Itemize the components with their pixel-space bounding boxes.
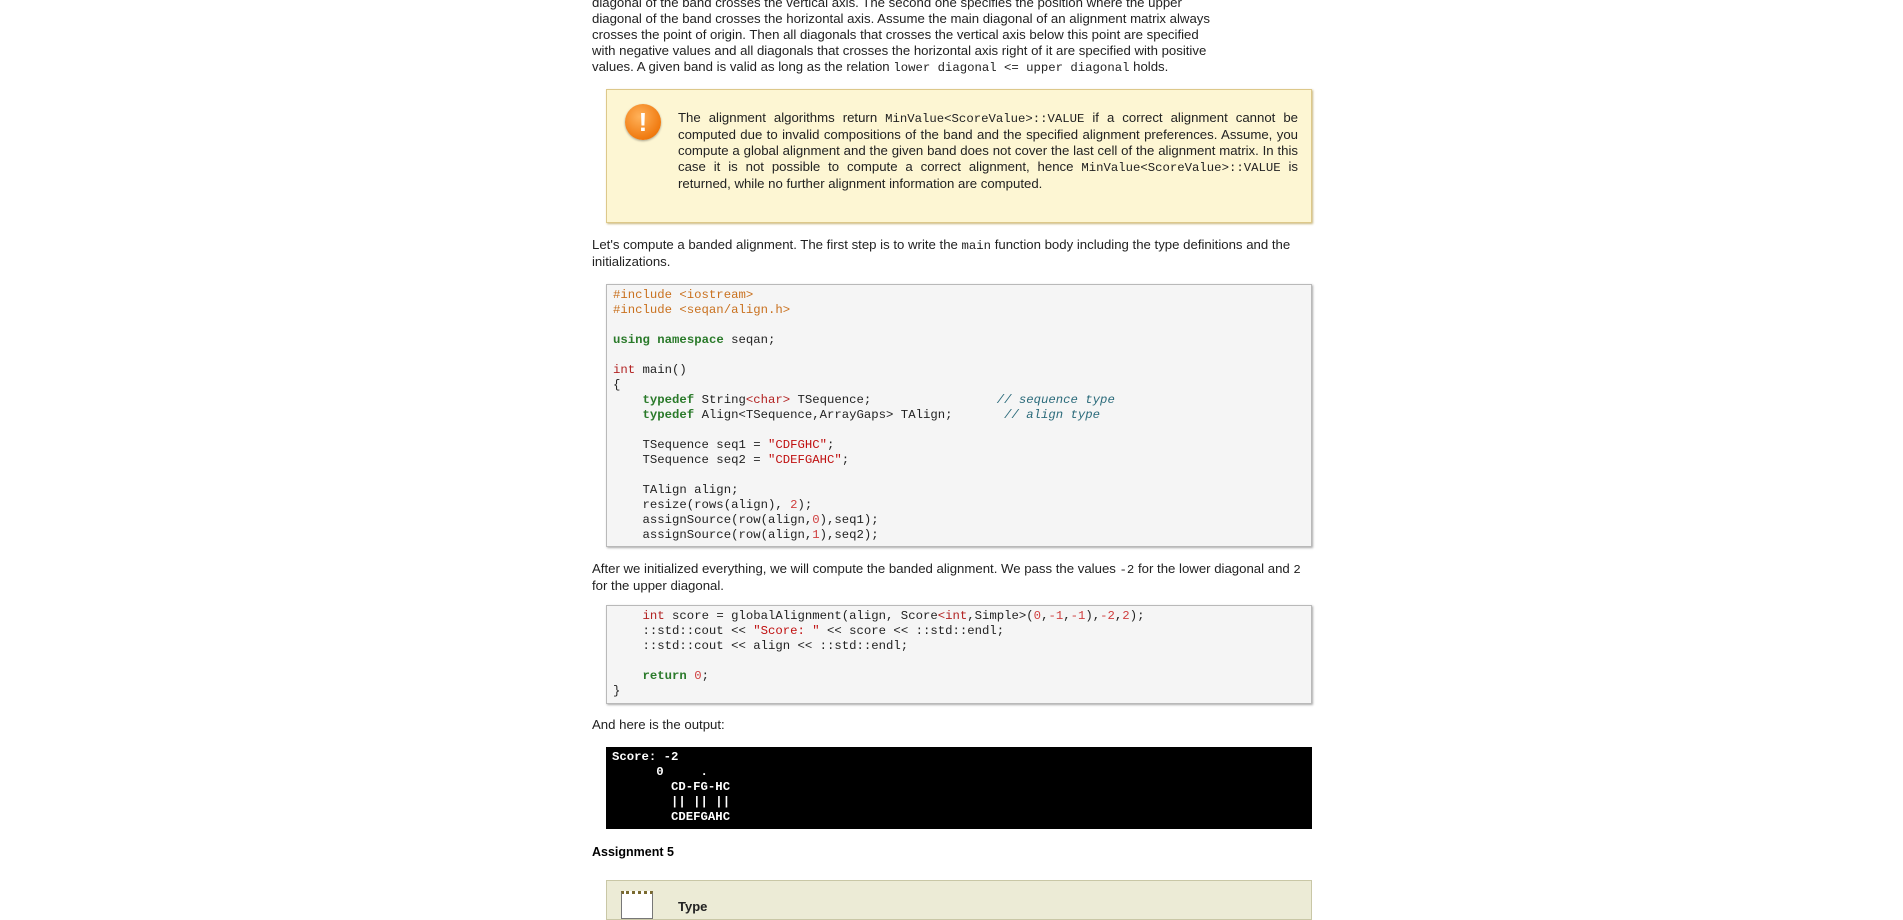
assignment-box: Type	[606, 880, 1312, 920]
warning-box: ! The alignment algorithms return MinVal…	[606, 89, 1312, 223]
code-block-main: #include <iostream> #include <seqan/alig…	[606, 284, 1312, 547]
inline-code: -2	[1119, 563, 1135, 577]
inline-code: MinValue<ScoreValue>::VALUE	[885, 112, 1085, 126]
inline-code: MinValue<ScoreValue>::VALUE	[1081, 161, 1281, 175]
output-console: Score: -2 0 . CD-FG-HC || || || CDEFGAHC	[606, 747, 1312, 829]
inline-code: 2	[1293, 563, 1301, 577]
output-intro-paragraph: And here is the output:	[592, 717, 725, 732]
code-block-alignment: int score = globalAlignment(align, Score…	[606, 605, 1312, 704]
assignment-heading: Assignment 5	[592, 845, 674, 859]
exclamation-icon: !	[625, 104, 661, 140]
assignment-type-label: Type	[678, 899, 708, 914]
compute-paragraph: After we initialized everything, we will…	[592, 561, 1301, 593]
inline-code: main	[961, 239, 992, 253]
inline-code: lower diagonal <= upper diagonal	[893, 61, 1130, 75]
banded-intro-paragraph: Let's compute a banded alignment. The fi…	[592, 237, 1291, 269]
notepad-icon	[621, 891, 653, 919]
warning-text: The alignment algorithms return MinValue…	[678, 110, 1299, 191]
intro-paragraph: diagonal of the band crosses the vertica…	[592, 0, 1210, 75]
